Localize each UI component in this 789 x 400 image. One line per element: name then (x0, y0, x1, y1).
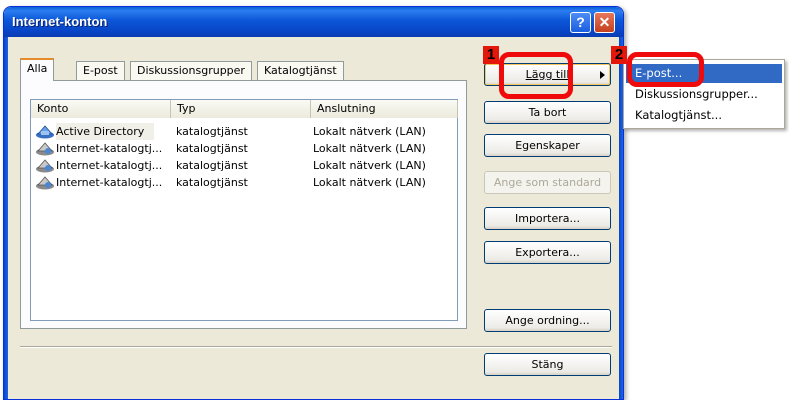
cell-anslutning: Lokalt nätverk (LAN) (313, 142, 426, 155)
table-row[interactable]: Active Directory katalogtjänst Lokalt nä… (31, 123, 457, 140)
cell-konto: Internet-katalogtj... (56, 176, 163, 189)
properties-button[interactable]: Egenskaper (484, 134, 611, 157)
set-order-button[interactable]: Ange ordning... (484, 309, 611, 332)
title-bar[interactable]: Internet-konton ? ✕ (4, 7, 623, 37)
export-button[interactable]: Exportera... (484, 241, 611, 264)
close-window-button[interactable]: ✕ (594, 12, 615, 33)
cell-typ: katalogtjänst (176, 125, 248, 138)
submenu-arrow-icon (600, 71, 605, 79)
list-header: Konto Typ Anslutning (31, 100, 458, 118)
menu-item-diskussionsgrupper[interactable]: Diskussionsgrupper... (626, 85, 782, 104)
directory-icon (35, 124, 55, 139)
tab-alla[interactable]: Alla (20, 58, 55, 81)
cell-typ: katalogtjänst (176, 142, 248, 155)
cell-konto: Internet-katalogtj... (56, 142, 163, 155)
cell-typ: katalogtjänst (176, 159, 248, 172)
cell-anslutning: Lokalt nätverk (LAN) (313, 176, 426, 189)
close-button[interactable]: Stäng (484, 353, 611, 376)
column-header-konto[interactable]: Konto (31, 100, 171, 118)
help-button[interactable]: ? (570, 12, 591, 33)
cell-anslutning: Lokalt nätverk (LAN) (313, 159, 426, 172)
separator-line (20, 346, 612, 348)
step-2-label: 2 (611, 46, 627, 64)
step-2-highlight (627, 52, 704, 87)
cell-konto: Active Directory (56, 123, 154, 140)
tab-diskussionsgrupper[interactable]: Diskussionsgrupper (130, 61, 252, 80)
step-1-label: 1 (483, 46, 499, 64)
window-title: Internet-konton (12, 14, 108, 29)
remove-button[interactable]: Ta bort (484, 101, 611, 124)
cell-anslutning: Lokalt nätverk (LAN) (313, 125, 426, 138)
internet-directory-icon (35, 141, 55, 156)
column-header-anslutning[interactable]: Anslutning (311, 100, 458, 118)
cell-konto: Internet-katalogtj... (56, 159, 163, 172)
tab-katalogtjanst[interactable]: Katalogtjänst (257, 61, 344, 80)
internet-directory-icon (35, 175, 55, 190)
table-row[interactable]: Internet-katalogtj... katalogtjänst Loka… (31, 157, 457, 174)
window-frame-left (4, 37, 8, 399)
import-button[interactable]: Importera... (484, 207, 611, 230)
column-header-typ[interactable]: Typ (171, 100, 311, 118)
cell-typ: katalogtjänst (176, 176, 248, 189)
table-row[interactable]: Internet-katalogtj... katalogtjänst Loka… (31, 174, 457, 191)
accounts-list[interactable]: Konto Typ Anslutning Active Directory ka… (30, 99, 458, 321)
menu-item-katalogtjanst[interactable]: Katalogtjänst... (626, 106, 782, 125)
set-default-button[interactable]: Ange som standard (484, 171, 611, 194)
tab-e-post[interactable]: E-post (76, 61, 125, 80)
table-row[interactable]: Internet-katalogtj... katalogtjänst Loka… (31, 140, 457, 157)
internet-directory-icon (35, 158, 55, 173)
step-1-highlight (499, 52, 573, 99)
